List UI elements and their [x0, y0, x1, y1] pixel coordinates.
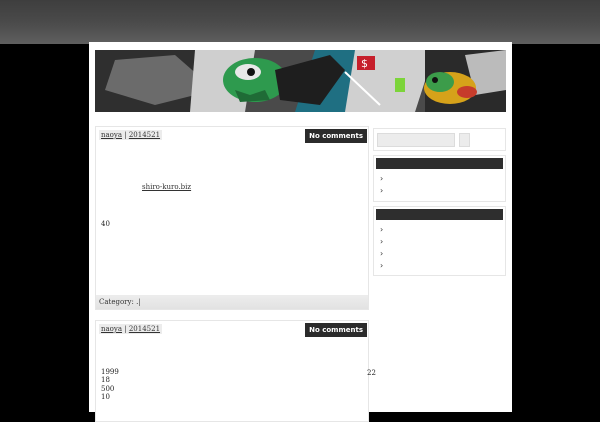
- widget-title-bar: [376, 209, 503, 220]
- comments-badge[interactable]: No comments: [305, 129, 367, 143]
- widget-list-item[interactable]: ›: [380, 224, 383, 236]
- post-text-line: 1999: [101, 368, 119, 376]
- widget-list-item[interactable]: ›: [380, 260, 383, 272]
- post-text-line: 500: [101, 385, 115, 393]
- widget-list-item[interactable]: ›: [380, 173, 383, 185]
- svg-text:$: $: [361, 57, 368, 70]
- sidebar-widget: › ›: [373, 155, 506, 202]
- sidebar-widget: › › › ›: [373, 206, 506, 276]
- page-container: $ naoya | 2014521 No comments shiro-kuro…: [89, 42, 512, 422]
- post-article: naoya | 2014521 No comments 1999 18 500 …: [95, 320, 369, 422]
- post-link[interactable]: shiro-kuro.biz: [142, 183, 191, 191]
- post-text-line: 18: [101, 376, 110, 384]
- widget-list-item[interactable]: ›: [380, 248, 383, 260]
- widget-title-bar: [376, 158, 503, 169]
- side-number: 22: [367, 369, 376, 377]
- search-input[interactable]: [377, 133, 455, 147]
- post-article: naoya | 2014521 No comments shiro-kuro.b…: [95, 126, 369, 310]
- post-meta: naoya | 2014521: [99, 324, 163, 334]
- meta-separator: |: [122, 325, 129, 333]
- widget-list-item[interactable]: ›: [380, 185, 383, 197]
- comments-badge[interactable]: No comments: [305, 323, 367, 337]
- top-bar: [0, 0, 600, 44]
- post-category: Category: .|: [96, 295, 368, 309]
- meta-separator: |: [122, 131, 129, 139]
- post-date-link[interactable]: 2014521: [129, 325, 160, 333]
- search-widget: [373, 128, 506, 151]
- header-banner: $: [95, 50, 506, 112]
- post-meta: naoya | 2014521: [99, 130, 163, 140]
- post-author-link[interactable]: naoya: [101, 325, 122, 333]
- widget-list: › › › ›: [380, 224, 383, 272]
- widget-list: › ›: [380, 173, 383, 197]
- post-date-link[interactable]: 2014521: [129, 131, 160, 139]
- widget-list-item[interactable]: ›: [380, 236, 383, 248]
- post-author-link[interactable]: naoya: [101, 131, 122, 139]
- search-button[interactable]: [459, 133, 470, 147]
- post-text: 40: [101, 220, 110, 228]
